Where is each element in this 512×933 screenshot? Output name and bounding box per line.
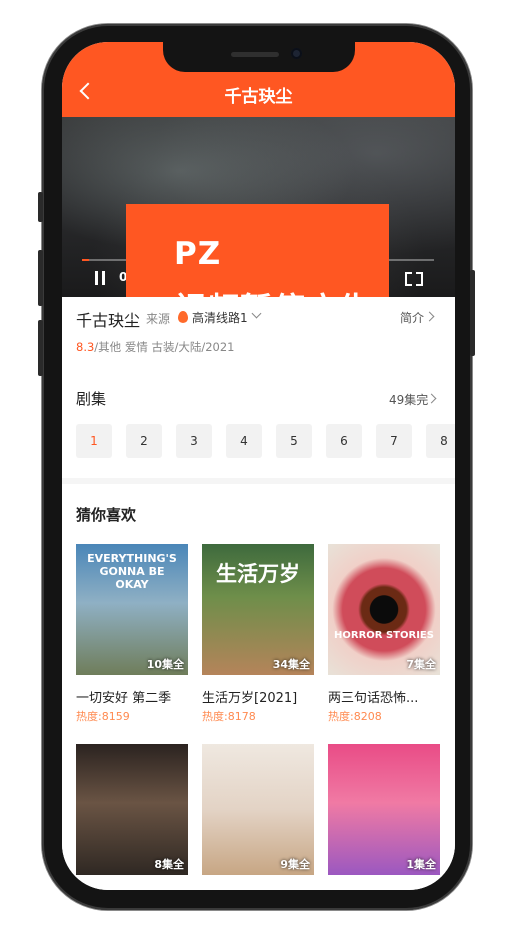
episode-button[interactable]: 6 (326, 424, 362, 458)
source-label: 来源 (146, 312, 171, 326)
recommend-section: 猜你喜欢 EVERYTHING'S GONNA BE OKAY 10集全 一切安… (62, 484, 455, 890)
video-player[interactable]: 0 PZ 视频暂停广告 (62, 117, 455, 357)
episode-list: 1 2 3 4 5 6 7 8 (76, 424, 455, 460)
episode-badge: 10集全 (146, 658, 184, 671)
episode-badge: 1集全 (406, 858, 436, 871)
power-button (470, 270, 475, 356)
recommend-title: 猜你喜欢 (76, 506, 137, 524)
episode-button[interactable]: 8 (426, 424, 455, 458)
chevron-down-icon[interactable] (251, 308, 262, 319)
phone-screen: 千古玦尘 0 PZ 视频暂停广告 千古玦尘 来源 高清线路1 简介 8.3/其他… (62, 42, 455, 890)
episode-badge: 7集全 (406, 658, 436, 671)
route-selector[interactable]: 高清线路1 (192, 309, 248, 326)
front-camera (291, 48, 302, 59)
episode-button[interactable]: 3 (176, 424, 212, 458)
fullscreen-icon[interactable] (405, 272, 423, 286)
show-meta-text: /其他 爱情 古装/大陆/2021 (94, 340, 235, 354)
video-progress-fill (82, 259, 90, 261)
episode-button[interactable]: 7 (376, 424, 412, 458)
card-heat: 热度:8178 (202, 710, 256, 723)
poster-image[interactable]: 9集全 (202, 744, 314, 875)
poster-image[interactable]: 1集全 (328, 744, 440, 875)
page-title: 千古玦尘 (224, 87, 293, 107)
card-heat: 热度:8208 (328, 710, 382, 723)
episode-button[interactable]: 2 (126, 424, 162, 458)
card-title[interactable]: 两三句话恐怖... (328, 687, 440, 706)
episodes-title: 剧集 (76, 390, 107, 408)
episode-button[interactable]: 4 (226, 424, 262, 458)
show-score: 8.3 (76, 340, 95, 354)
fire-icon (178, 311, 188, 323)
poster-image[interactable]: EVERYTHING'S GONNA BE OKAY 10集全 (76, 544, 188, 675)
poster-text: HORROR STORIES (334, 630, 434, 641)
show-title: 千古玦尘 (76, 311, 141, 330)
volume-up-button (38, 250, 43, 306)
show-meta: 8.3/其他 爱情 古装/大陆/2021 (76, 339, 235, 355)
episode-badge: 34集全 (272, 658, 310, 671)
episode-button[interactable]: 5 (276, 424, 312, 458)
intro-link[interactable]: 简介 (400, 309, 424, 326)
speaker (231, 52, 279, 57)
notch (163, 42, 355, 72)
poster-text: EVERYTHING'S GONNA BE OKAY (87, 552, 177, 591)
pause-icon[interactable] (95, 271, 105, 285)
ad-line-1: PZ (174, 236, 222, 272)
episode-button[interactable]: 1 (76, 424, 112, 458)
poster-image[interactable]: 8集全 (76, 744, 188, 875)
episodes-count-link[interactable]: 49集完 (389, 391, 428, 408)
mute-switch (38, 192, 43, 222)
episode-badge: 9集全 (280, 858, 310, 871)
card-title[interactable]: 一切安好 第二季 (76, 687, 188, 706)
poster-image[interactable]: HORROR STORIES 7集全 (328, 544, 440, 675)
episode-badge: 8集全 (154, 858, 184, 871)
poster-image[interactable]: 生活万岁 34集全 (202, 544, 314, 675)
poster-text: 生活万岁 (216, 562, 300, 586)
chevron-right-icon[interactable] (424, 311, 435, 322)
card-title[interactable]: 生活万岁[2021] (202, 687, 314, 706)
show-info: 千古玦尘 来源 高清线路1 简介 8.3/其他 爱情 古装/大陆/2021 (62, 297, 455, 367)
card-heat: 热度:8159 (76, 710, 130, 723)
episodes-section: 剧集 49集完 1 2 3 4 5 6 7 8 (62, 367, 455, 482)
volume-down-button (38, 320, 43, 376)
